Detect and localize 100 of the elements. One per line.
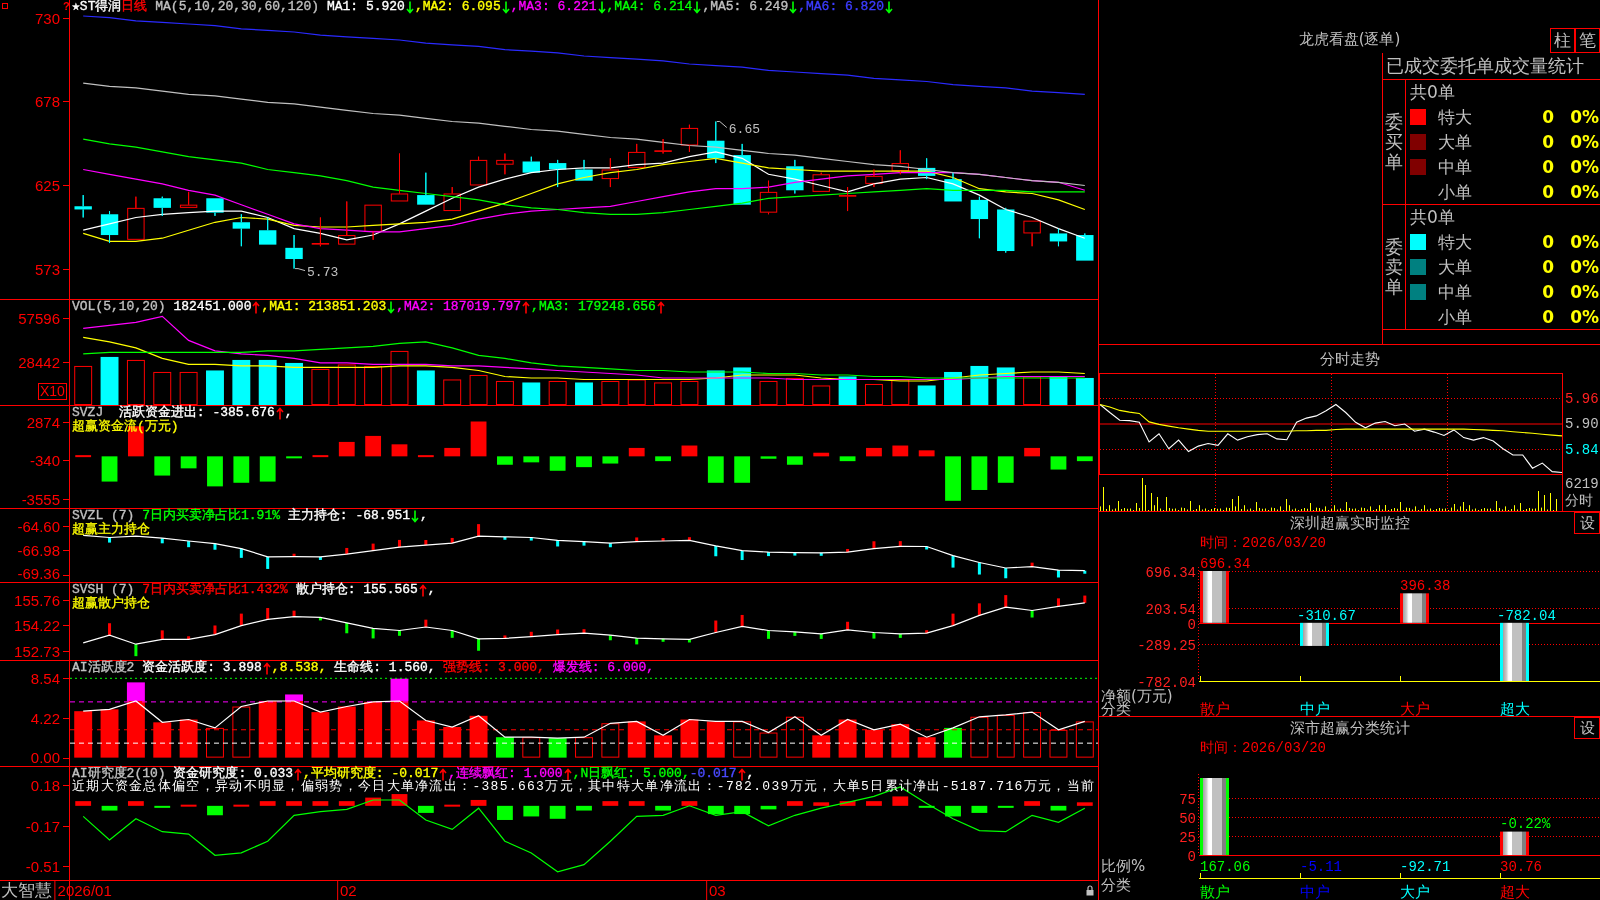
axis-title: 分类: [1101, 876, 1131, 894]
indicator-label: SVSH (7): [72, 583, 135, 597]
flow-bar: [523, 456, 540, 463]
category-label: 中户: [1300, 700, 1330, 716]
brand-label: 大智慧: [1, 880, 52, 900]
flow-bar: [286, 456, 302, 459]
flow-bar: [391, 444, 408, 457]
change-marker: [661, 638, 665, 642]
research-bar: [760, 805, 777, 810]
view-toggle-button[interactable]: 笔: [1575, 28, 1600, 53]
category-label: 超大: [1500, 700, 1530, 716]
settings-button[interactable]: 设: [1574, 512, 1600, 534]
net-flow-bar: [1400, 593, 1429, 623]
indicator-label: 182451.000: [173, 300, 252, 314]
change-marker: [740, 614, 744, 627]
change-marker: [1056, 598, 1060, 607]
indicator-label: ,: [427, 583, 436, 597]
flow-bar: [180, 456, 197, 469]
research-bar: [154, 805, 171, 808]
axis-label: 0.18: [30, 777, 60, 794]
value-label: 167.06: [1200, 859, 1251, 875]
axis-label: 25: [1179, 829, 1196, 846]
change-marker: [793, 631, 797, 636]
order-count: 0: [1542, 257, 1554, 277]
change-marker: [608, 635, 612, 641]
price-label: 6.65: [728, 121, 760, 137]
category-label: 大户: [1400, 883, 1430, 900]
axis-label: 5.90: [1565, 416, 1599, 432]
change-marker: [925, 546, 929, 550]
activity-bar: [337, 706, 356, 758]
activity-bar: [495, 737, 514, 758]
axis-label: -340: [29, 452, 60, 469]
volume-peak-label: 6219: [1565, 476, 1599, 492]
order-percent: 0%: [1570, 281, 1599, 302]
indicator-label: 强势线: 3.000,: [442, 661, 545, 675]
axis-label: 5.84: [1565, 441, 1599, 458]
activity-bar: [838, 719, 857, 758]
order-total: 共0单: [1410, 82, 1455, 103]
change-marker: [846, 621, 850, 630]
ratio-bar: [1500, 831, 1529, 855]
settings-button[interactable]: 设: [1574, 717, 1600, 739]
indicator-label: SVZL (7): [72, 509, 135, 523]
view-toggle-button[interactable]: 柱: [1550, 28, 1575, 53]
axis-label: 155.76: [14, 592, 60, 609]
axis-label: -64.60: [17, 518, 60, 535]
axis-label: 50: [1179, 810, 1196, 827]
change-marker: [767, 552, 770, 557]
change-marker: [292, 610, 296, 617]
research-bar: [391, 794, 408, 806]
order-count: 0: [1542, 281, 1554, 302]
research-bar: [444, 804, 461, 807]
axis-label: -289.25: [1137, 637, 1196, 654]
activity-bar: [654, 735, 673, 758]
research-bar: [207, 805, 223, 816]
research-bar: [128, 801, 144, 806]
order-count: 0: [1542, 132, 1554, 152]
change-marker: [213, 543, 217, 550]
axis-label: 573: [34, 261, 60, 278]
research-bar: [338, 801, 355, 806]
research-bar: [734, 805, 751, 815]
axis-label: 696.34: [1145, 564, 1196, 581]
axis-label: -0.51: [25, 858, 60, 875]
order-size-label: 小单: [1438, 306, 1472, 327]
volume-bar: [838, 376, 857, 405]
date-label: 02: [336, 881, 357, 900]
flow-bar: [1050, 456, 1067, 470]
change-marker: [977, 603, 981, 616]
volume-bar: [1075, 377, 1094, 405]
activity-bar: [206, 727, 224, 758]
research-bar: [75, 801, 92, 806]
flow-bar: [338, 441, 355, 457]
research-bar: [1050, 805, 1067, 811]
change-marker: [529, 631, 533, 637]
group-label: 委卖单: [1385, 237, 1403, 297]
axis-label: -66.98: [17, 542, 60, 559]
change-marker: [134, 644, 138, 657]
flow-bar: [207, 456, 223, 487]
date-label: 03: [705, 881, 726, 900]
axis-label: 678: [34, 93, 60, 110]
research-bar: [470, 799, 487, 806]
order-percent: 0%: [1570, 181, 1599, 202]
axis-label: 4.22: [30, 710, 60, 727]
activity-bar: [232, 706, 251, 758]
flow-bar: [1024, 447, 1040, 457]
flow-bar: [892, 445, 909, 457]
volume-bar: [232, 359, 251, 405]
change-marker: [687, 537, 691, 541]
flow-bar: [576, 456, 592, 468]
change-marker: [925, 630, 929, 634]
flow-bar: [681, 445, 698, 457]
pointer-line: [716, 121, 728, 128]
indicator-caption: 超赢散户持仓: [72, 597, 150, 610]
change-marker: [266, 556, 270, 569]
axis-label: -69.36: [17, 566, 60, 582]
research-bar: [576, 805, 592, 811]
flow-bar: [866, 447, 882, 457]
activity-bar: [865, 729, 883, 758]
price-label: 5.73: [307, 264, 339, 280]
flow-bar: [75, 455, 92, 458]
research-bar: [866, 801, 882, 806]
